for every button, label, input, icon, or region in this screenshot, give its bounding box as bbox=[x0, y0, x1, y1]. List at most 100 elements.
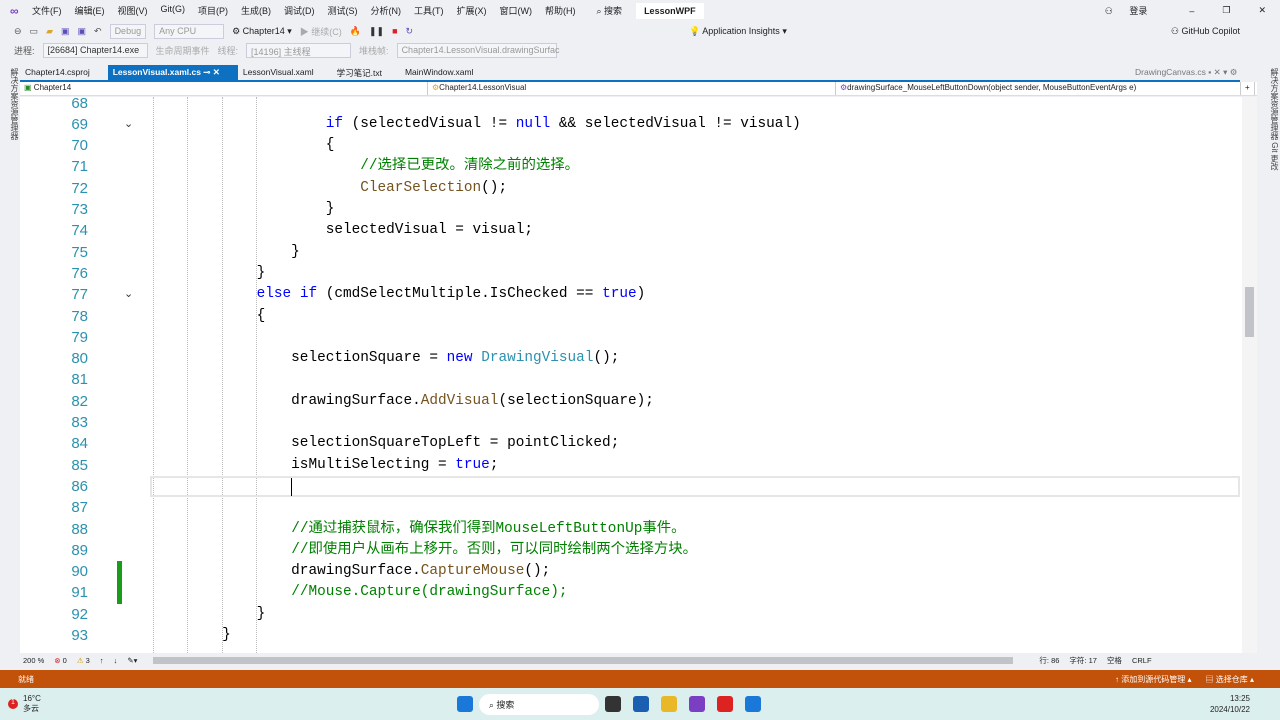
left-tool-strip[interactable]: 解决方案资源管理器 bbox=[0, 62, 20, 662]
stackframe-dropdown[interactable]: Chapter14.LessonVisual.drawingSurfac bbox=[396, 42, 560, 58]
code-token: if bbox=[325, 115, 343, 132]
line-number[interactable]: 行: 86 bbox=[1039, 655, 1059, 666]
platform-dropdown[interactable]: Any CPU bbox=[154, 23, 225, 39]
class-dropdown[interactable]: ⚙Chapter14.LessonVisual bbox=[428, 82, 836, 95]
weather-text: 多云 bbox=[23, 704, 39, 713]
vertical-scrollbar[interactable] bbox=[1242, 97, 1257, 653]
temperature: 16°C bbox=[23, 694, 41, 703]
thread-dropdown[interactable]: [14196] 主线程 bbox=[246, 42, 352, 58]
close-button[interactable]: ✕ bbox=[1258, 5, 1266, 16]
next-issue-icon[interactable]: ↓ bbox=[114, 656, 118, 665]
stop-icon[interactable]: ■ bbox=[392, 26, 397, 36]
code-token: { bbox=[153, 137, 335, 154]
prev-issue-icon[interactable]: ↑ bbox=[100, 656, 104, 665]
clock[interactable]: 13:25 2024/10/22 bbox=[1210, 693, 1250, 715]
copilot-label: GitHub Copilot bbox=[1181, 25, 1240, 36]
menu-item[interactable]: 扩展(X) bbox=[457, 4, 487, 17]
error-count[interactable]: ⊗ 0 bbox=[54, 656, 67, 665]
scroll-thumb[interactable] bbox=[1245, 287, 1254, 337]
tab-label: Chapter14.csproj bbox=[25, 67, 90, 77]
save-all-icon[interactable]: ▣ bbox=[78, 26, 87, 37]
code-line: 78 { bbox=[20, 306, 1240, 327]
project-dropdown[interactable]: ▣ Chapter14 bbox=[20, 82, 428, 95]
split-editor-button[interactable]: + bbox=[1241, 82, 1255, 95]
add-source-control[interactable]: ↑ 添加到源代码管理 ▴ bbox=[1115, 674, 1191, 685]
wps-icon[interactable] bbox=[716, 696, 733, 712]
file-explorer-icon[interactable] bbox=[660, 696, 677, 712]
back-icon[interactable]: ⊖ bbox=[14, 26, 22, 37]
tab-2[interactable]: LessonVisual.xaml bbox=[238, 65, 332, 81]
right-tool-strip[interactable]: 解决方案资源管理器 Git 更改 bbox=[1258, 62, 1280, 662]
close-tab-icon[interactable]: ⊸ ✕ bbox=[201, 67, 220, 77]
indent-mode[interactable]: 空格 bbox=[1107, 655, 1122, 666]
search-button[interactable]: ⌕ 搜索 bbox=[597, 4, 623, 17]
config-dropdown[interactable]: Debug bbox=[109, 23, 147, 39]
tab-1[interactable]: LessonVisual.xaml.cs ⊸ ✕ bbox=[107, 65, 238, 81]
tab-3[interactable]: 学习笔记.txt bbox=[332, 65, 400, 81]
minimize-button[interactable]: – bbox=[1189, 6, 1194, 16]
menu-item[interactable]: Git(G) bbox=[161, 4, 186, 17]
pause-icon[interactable]: ❚❚ bbox=[369, 26, 384, 37]
thread-label: 线程: bbox=[217, 45, 239, 56]
restart-icon[interactable]: ↻ bbox=[406, 26, 414, 37]
code-token: (); bbox=[481, 179, 508, 196]
menu-item[interactable]: 工具(T) bbox=[414, 4, 444, 17]
app-insights-button[interactable]: 💡 Application Insights ▾ bbox=[689, 26, 787, 37]
visual-studio-taskbar-icon[interactable] bbox=[688, 696, 705, 712]
copilot-button[interactable]: ⚇ GitHub Copilot bbox=[1171, 26, 1240, 37]
store-icon[interactable] bbox=[632, 696, 649, 712]
time: 13:25 bbox=[1229, 694, 1250, 703]
class-label: Chapter14.LessonVisual bbox=[439, 83, 527, 92]
menu-item[interactable]: 调试(D) bbox=[284, 4, 315, 17]
menu-item[interactable]: 分析(N) bbox=[371, 4, 402, 17]
preview-tab[interactable]: DrawingCanvas.cs ▪ ✕ ▾ ⚙ bbox=[1135, 67, 1237, 78]
process-dropdown[interactable]: [26684] Chapter14.exe bbox=[42, 42, 148, 58]
zoom-level[interactable]: 200 % bbox=[23, 656, 44, 665]
code-line: 69 if (selectedVisual != null && selecte… bbox=[20, 114, 1240, 135]
select-repo[interactable]: ▤ 选择仓库 ▴ bbox=[1206, 674, 1254, 685]
menu-bar: ∞ 文件(F) 编辑(E) 视图(V) Git(G) 项目(P) 生成(B) 调试(D) 测试… bbox=[0, 0, 1280, 21]
undo-icon[interactable]: ↶ bbox=[94, 26, 102, 37]
new-file-icon[interactable]: ▭ bbox=[30, 26, 39, 37]
menu-item[interactable]: 编辑(E) bbox=[75, 4, 105, 17]
continue-button[interactable]: ▶ 继续(C) bbox=[300, 25, 342, 38]
lifecycle-events[interactable]: 生命周期事件 bbox=[156, 44, 210, 57]
app-icon[interactable] bbox=[744, 696, 761, 712]
taskbar-search[interactable]: ⌕ 搜索 bbox=[478, 693, 599, 715]
code-token: } bbox=[153, 627, 231, 643]
menu-item[interactable]: 生成(B) bbox=[241, 4, 271, 17]
warning-count-value: 3 bbox=[85, 655, 90, 665]
tab-0[interactable]: Chapter14.csproj bbox=[20, 65, 108, 81]
horizontal-scrollbar[interactable] bbox=[153, 656, 1014, 664]
signin-button[interactable]: ⚇ 登录 bbox=[1105, 4, 1162, 17]
code-line: 77 else if (cmdSelectMultiple.IsChecked … bbox=[20, 284, 1240, 305]
menu-item[interactable]: 帮助(H) bbox=[545, 4, 576, 17]
open-folder-icon[interactable]: ▰ bbox=[46, 26, 53, 37]
member-dropdown[interactable]: ⚙drawingSurface_MouseLeftButtonDown(obje… bbox=[836, 82, 1241, 95]
code-editor[interactable]: 68 ⌄ 69 if (selectedVisual != null && sele… bbox=[20, 97, 1257, 653]
menu-item[interactable]: 窗口(W) bbox=[500, 4, 533, 17]
restore-button[interactable]: ❐ bbox=[1222, 5, 1230, 16]
startup-project-dropdown[interactable]: ⚙ Chapter14 ▾ bbox=[232, 26, 292, 37]
line-number: 80 bbox=[71, 350, 88, 368]
stackframe-label: 堆栈帧: bbox=[359, 45, 389, 56]
tab-4[interactable]: MainWindow.xaml bbox=[400, 65, 492, 81]
line-ending[interactable]: CRLF bbox=[1132, 656, 1152, 665]
weather-widget[interactable]: 1 16°C 多云 bbox=[8, 694, 41, 714]
warning-count[interactable]: ⚠ 3 bbox=[77, 656, 90, 665]
cleanup-icon[interactable]: ✎▾ bbox=[127, 656, 137, 665]
save-icon[interactable]: ▣ bbox=[61, 26, 70, 37]
task-view-icon[interactable] bbox=[604, 696, 621, 712]
menu-item[interactable]: 文件(F) bbox=[32, 4, 62, 17]
line-number: 73 bbox=[71, 201, 88, 218]
code-line: 91 //Mouse.Capture(drawingSurface); bbox=[20, 582, 1240, 603]
menu-item[interactable]: 项目(P) bbox=[198, 4, 228, 17]
menu-item[interactable]: 视图(V) bbox=[118, 4, 148, 17]
menu-item[interactable]: 测试(S) bbox=[328, 4, 358, 17]
start-icon[interactable] bbox=[456, 696, 473, 712]
code-text: } bbox=[153, 199, 335, 220]
hot-reload-icon[interactable]: 🔥 bbox=[350, 26, 361, 37]
